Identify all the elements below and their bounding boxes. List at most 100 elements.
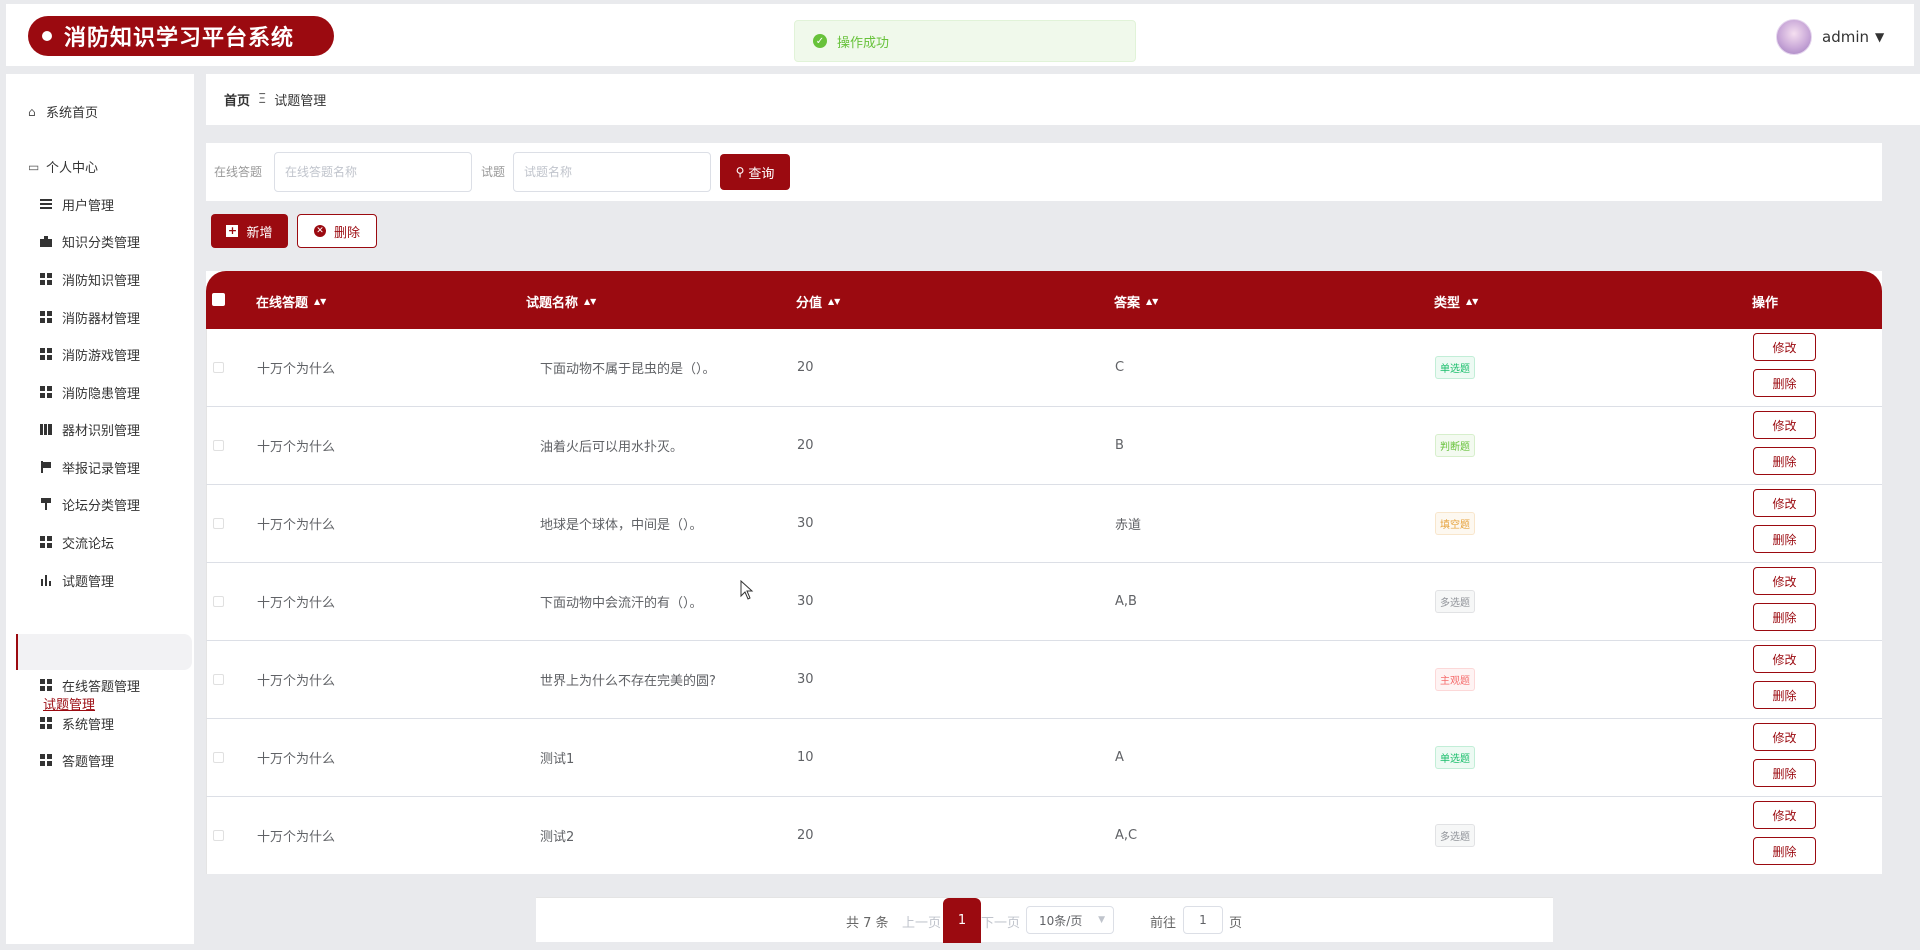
breadcrumb-current: 试题管理 [274, 94, 327, 109]
edit-button[interactable]: 修改 [1753, 723, 1816, 751]
delete-button[interactable]: 删除 [1753, 369, 1816, 397]
sidebar-item-label: 器材识别管理 [62, 423, 141, 439]
column-header-answer[interactable]: 答案 ▲▼ [1114, 292, 1158, 311]
cell-score: 30 [797, 594, 814, 609]
sidebar-item-system[interactable]: 系统管理 [40, 713, 114, 733]
sidebar-item-question[interactable]: 试题管理 [40, 570, 114, 590]
pagination-next[interactable]: 下一页 [981, 912, 1020, 931]
sidebar-item-fire-hazard[interactable]: 消防隐患管理 [40, 382, 140, 402]
cell-question: 测试1 [540, 752, 575, 767]
sort-icon[interactable]: ▲▼ [828, 298, 840, 306]
cell-question: 下面动物不属于昆虫的是（）。 [540, 362, 716, 377]
pagination-prev[interactable]: 上一页 [902, 912, 941, 931]
toast-message: 操作成功 [837, 35, 890, 51]
sort-icon[interactable]: ▲▼ [1146, 298, 1158, 306]
sidebar-item-answers[interactable]: 答题管理 [40, 750, 114, 770]
delete-button[interactable]: 删除 [1753, 759, 1816, 787]
pagination-page-current[interactable]: 1 [943, 898, 981, 943]
logo-dot-icon [42, 31, 52, 41]
breadcrumb-separator-icon: Ξ [258, 92, 267, 107]
row-checkbox[interactable] [213, 674, 224, 685]
sidebar-item-personal[interactable]: ▭ 个人中心 [28, 157, 98, 177]
edit-button[interactable]: 修改 [1753, 333, 1816, 361]
column-header-quiz[interactable]: 在线答题 ▲▼ [256, 292, 326, 311]
sidebar-item-label: 消防隐患管理 [62, 386, 141, 402]
delete-button[interactable]: 删除 [1753, 603, 1816, 631]
search-icon: ⚲ [735, 165, 745, 179]
books-icon [40, 423, 52, 435]
table-body: 十万个为什么 下面动物不属于昆虫的是（）。 20 C 单选题 修改 删除 十万个为什么 油着火后… [206, 329, 1882, 874]
table-header: 在线答题 ▲▼ 试题名称 ▲▼ 分值 ▲▼ 答案 ▲▼ 类型 ▲▼ 操作 [206, 271, 1882, 329]
table-row: 十万个为什么 测试1 10 A 单选题 修改 删除 [206, 719, 1882, 797]
add-button[interactable]: + 新增 [211, 214, 288, 248]
sort-icon[interactable]: ▲▼ [1466, 298, 1478, 306]
edit-button[interactable]: 修改 [1753, 567, 1816, 595]
sidebar-item-fire-game[interactable]: 消防游戏管理 [40, 344, 140, 364]
sidebar-item-forum-category[interactable]: 论坛分类管理 [40, 494, 140, 514]
question-name-input[interactable] [513, 152, 711, 192]
sidebar-item-fire-knowledge[interactable]: 消防知识管理 [40, 269, 140, 289]
batch-delete-button[interactable]: ✕ 删除 [297, 214, 377, 248]
delete-button[interactable]: 删除 [1753, 681, 1816, 709]
cell-type: 多选题 [1435, 797, 1475, 874]
breadcrumb-home[interactable]: 首页 [224, 90, 250, 109]
table-row: 十万个为什么 下面动物中会流汗的有（）。 30 A,B 多选题 修改 删除 [206, 563, 1882, 641]
row-checkbox[interactable] [213, 440, 224, 451]
edit-button[interactable]: 修改 [1753, 489, 1816, 517]
question-table: 在线答题 ▲▼ 试题名称 ▲▼ 分值 ▲▼ 答案 ▲▼ 类型 ▲▼ 操作 十万个… [206, 271, 1882, 874]
cell-quiz: 十万个为什么 [257, 362, 336, 377]
sidebar-item-home[interactable]: ⌂ 系统首页 [28, 102, 98, 122]
cell-score: 20 [797, 828, 814, 843]
username[interactable]: admin [1822, 28, 1869, 46]
cell-answer: A [1115, 750, 1124, 765]
column-header-question[interactable]: 试题名称 ▲▼ [526, 292, 596, 311]
sidebar-item-online-quiz[interactable]: 在线答题管理 [40, 675, 140, 695]
delete-button[interactable]: 删除 [1753, 447, 1816, 475]
quiz-name-input[interactable] [274, 152, 472, 192]
column-header-label: 在线答题 [256, 296, 309, 311]
sort-icon[interactable]: ▲▼ [314, 298, 326, 306]
page-size-select[interactable]: 10条/页 ▼ [1026, 906, 1114, 934]
column-header-score[interactable]: 分值 ▲▼ [796, 292, 840, 311]
cell-type: 判断题 [1435, 407, 1475, 484]
cell-type: 单选题 [1435, 719, 1475, 796]
sidebar-subitem-question-management[interactable]: 试题管理 [43, 694, 95, 713]
sidebar-item-label: 举报记录管理 [62, 461, 141, 477]
cell-answer: B [1115, 438, 1124, 453]
cell-quiz: 十万个为什么 [257, 752, 336, 767]
user-menu[interactable]: admin ▼ [1776, 18, 1884, 56]
cell-question: 地球是个球体，中间是（）。 [540, 518, 703, 533]
sidebar-item-report[interactable]: 举报记录管理 [40, 457, 140, 477]
column-header-type[interactable]: 类型 ▲▼ [1434, 292, 1478, 311]
select-all-checkbox[interactable] [212, 293, 225, 306]
cell-quiz: 十万个为什么 [257, 596, 336, 611]
delete-button[interactable]: 删除 [1753, 837, 1816, 865]
sidebar-item-fire-equipment[interactable]: 消防器材管理 [40, 307, 140, 327]
type-badge: 多选题 [1435, 824, 1475, 847]
pagination-goto-label: 前往 [1150, 916, 1177, 931]
sort-icon[interactable]: ▲▼ [584, 298, 596, 306]
row-checkbox[interactable] [213, 518, 224, 529]
sidebar-item-user[interactable]: 用户管理 [40, 194, 114, 214]
edit-button[interactable]: 修改 [1753, 411, 1816, 439]
row-checkbox[interactable] [213, 752, 224, 763]
row-checkbox[interactable] [213, 596, 224, 607]
caret-down-icon[interactable]: ▼ [1875, 30, 1884, 44]
pagination-goto-input[interactable]: 1 [1183, 906, 1223, 934]
sidebar-item-knowledge-category[interactable]: 知识分类管理 [40, 231, 140, 251]
edit-button[interactable]: 修改 [1753, 645, 1816, 673]
sidebar-item-label: 交流论坛 [62, 536, 115, 552]
page-size-value: 10条/页 [1039, 913, 1083, 928]
sidebar-item-label: 系统管理 [62, 717, 115, 733]
search-button[interactable]: ⚲ 查询 [720, 154, 790, 190]
sidebar-item-forum[interactable]: 交流论坛 [40, 532, 114, 552]
cell-answer: A,C [1115, 828, 1138, 843]
edit-button[interactable]: 修改 [1753, 801, 1816, 829]
sidebar-item-label: 知识分类管理 [62, 235, 141, 251]
row-checkbox[interactable] [213, 362, 224, 373]
avatar[interactable] [1776, 19, 1812, 55]
delete-button[interactable]: 删除 [1753, 525, 1816, 553]
row-checkbox[interactable] [213, 830, 224, 841]
sidebar-item-equipment-recognition[interactable]: 器材识别管理 [40, 419, 140, 439]
cell-type: 多选题 [1435, 563, 1475, 640]
